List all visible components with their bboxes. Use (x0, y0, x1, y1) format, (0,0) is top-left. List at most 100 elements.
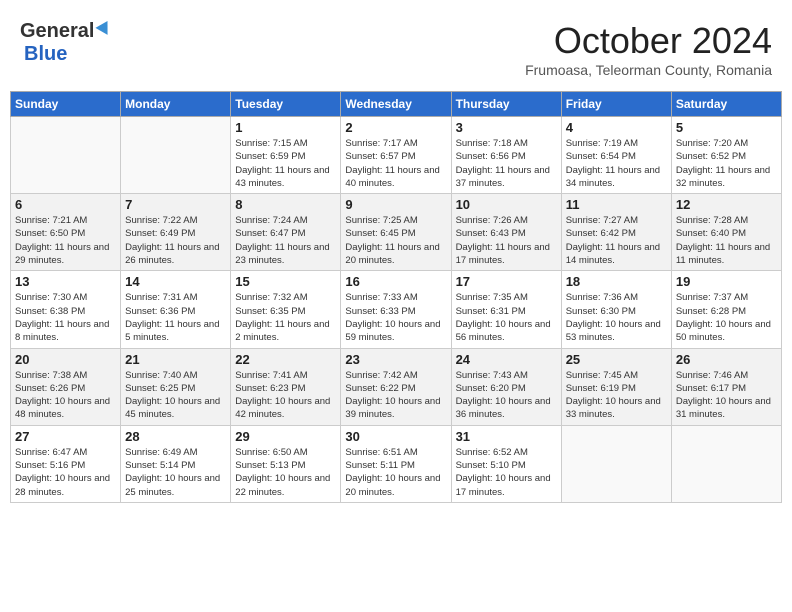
day-info: Sunrise: 7:31 AM Sunset: 6:36 PM Dayligh… (125, 291, 226, 344)
calendar-cell (11, 117, 121, 194)
day-number: 30 (345, 429, 446, 444)
calendar-cell: 28 Sunrise: 6:49 AM Sunset: 5:14 PM Dayli… (121, 425, 231, 502)
calendar-header-row: SundayMondayTuesdayWednesdayThursdayFrid… (11, 92, 782, 117)
calendar-week-row: 27 Sunrise: 6:47 AM Sunset: 5:16 PM Dayli… (11, 425, 782, 502)
calendar-cell: 24 Sunrise: 7:43 AM Sunset: 6:20 PM Dayli… (451, 348, 561, 425)
day-number: 23 (345, 352, 446, 367)
column-header-friday: Friday (561, 92, 671, 117)
page-header: General Blue October 2024 Frumoasa, Tele… (10, 10, 782, 83)
day-info: Sunrise: 7:28 AM Sunset: 6:40 PM Dayligh… (676, 214, 777, 267)
calendar-cell: 12Sunrise: 7:28 AM Sunset: 6:40 PM Dayli… (671, 194, 781, 271)
day-number: 1 (235, 120, 336, 135)
day-info: Sunrise: 7:30 AM Sunset: 6:38 PM Dayligh… (15, 291, 116, 344)
calendar-cell: 23 Sunrise: 7:42 AM Sunset: 6:22 PM Dayli… (341, 348, 451, 425)
calendar-cell: 20Sunrise: 7:38 AM Sunset: 6:26 PM Dayli… (11, 348, 121, 425)
day-info: Sunrise: 7:27 AM Sunset: 6:42 PM Dayligh… (566, 214, 667, 267)
day-number: 7 (125, 197, 226, 212)
calendar-cell: 26Sunrise: 7:46 AM Sunset: 6:17 PM Dayli… (671, 348, 781, 425)
day-number: 26 (676, 352, 777, 367)
column-header-saturday: Saturday (671, 92, 781, 117)
day-info: Sunrise: 7:19 AM Sunset: 6:54 PM Dayligh… (566, 137, 667, 190)
day-number: 16 (345, 274, 446, 289)
day-info: Sunrise: 7:26 AM Sunset: 6:43 PM Dayligh… (456, 214, 557, 267)
calendar-cell: 2 Sunrise: 7:17 AM Sunset: 6:57 PM Daylig… (341, 117, 451, 194)
day-info: Sunrise: 7:41 AM Sunset: 6:23 PM Dayligh… (235, 369, 336, 422)
logo-blue-text: Blue (24, 43, 67, 65)
day-number: 5 (676, 120, 777, 135)
day-number: 2 (345, 120, 446, 135)
day-number: 9 (345, 197, 446, 212)
day-number: 11 (566, 197, 667, 212)
calendar-cell: 6Sunrise: 7:21 AM Sunset: 6:50 PM Daylig… (11, 194, 121, 271)
day-info: Sunrise: 6:49 AM Sunset: 5:14 PM Dayligh… (125, 446, 226, 499)
day-number: 31 (456, 429, 557, 444)
day-info: Sunrise: 7:25 AM Sunset: 6:45 PM Dayligh… (345, 214, 446, 267)
day-number: 10 (456, 197, 557, 212)
column-header-tuesday: Tuesday (231, 92, 341, 117)
day-number: 28 (125, 429, 226, 444)
day-info: Sunrise: 7:36 AM Sunset: 6:30 PM Dayligh… (566, 291, 667, 344)
calendar-week-row: 13 Sunrise: 7:30 AM Sunset: 6:38 PM Dayli… (11, 271, 782, 348)
day-info: Sunrise: 7:20 AM Sunset: 6:52 PM Dayligh… (676, 137, 777, 190)
calendar-week-row: 6Sunrise: 7:21 AM Sunset: 6:50 PM Daylig… (11, 194, 782, 271)
calendar-table: SundayMondayTuesdayWednesdayThursdayFrid… (10, 91, 782, 503)
day-number: 4 (566, 120, 667, 135)
title-block: October 2024 Frumoasa, Teleorman County,… (525, 20, 772, 78)
day-info: Sunrise: 7:17 AM Sunset: 6:57 PM Dayligh… (345, 137, 446, 190)
logo: General Blue (20, 20, 113, 66)
day-number: 27 (15, 429, 116, 444)
column-header-monday: Monday (121, 92, 231, 117)
day-info: Sunrise: 6:52 AM Sunset: 5:10 PM Dayligh… (456, 446, 557, 499)
day-number: 18 (566, 274, 667, 289)
calendar-cell: 5 Sunrise: 7:20 AM Sunset: 6:52 PM Daylig… (671, 117, 781, 194)
day-number: 29 (235, 429, 336, 444)
day-number: 19 (676, 274, 777, 289)
day-number: 20 (15, 352, 116, 367)
day-info: Sunrise: 7:18 AM Sunset: 6:56 PM Dayligh… (456, 137, 557, 190)
day-info: Sunrise: 7:33 AM Sunset: 6:33 PM Dayligh… (345, 291, 446, 344)
day-info: Sunrise: 7:15 AM Sunset: 6:59 PM Dayligh… (235, 137, 336, 190)
calendar-cell: 25Sunrise: 7:45 AM Sunset: 6:19 PM Dayli… (561, 348, 671, 425)
calendar-cell (561, 425, 671, 502)
day-number: 3 (456, 120, 557, 135)
day-number: 15 (235, 274, 336, 289)
day-info: Sunrise: 7:35 AM Sunset: 6:31 PM Dayligh… (456, 291, 557, 344)
calendar-cell (121, 117, 231, 194)
day-number: 25 (566, 352, 667, 367)
column-header-thursday: Thursday (451, 92, 561, 117)
day-number: 24 (456, 352, 557, 367)
day-info: Sunrise: 7:32 AM Sunset: 6:35 PM Dayligh… (235, 291, 336, 344)
calendar-cell: 30Sunrise: 6:51 AM Sunset: 5:11 PM Dayli… (341, 425, 451, 502)
calendar-cell: 27 Sunrise: 6:47 AM Sunset: 5:16 PM Dayli… (11, 425, 121, 502)
day-info: Sunrise: 7:42 AM Sunset: 6:22 PM Dayligh… (345, 369, 446, 422)
calendar-cell: 19 Sunrise: 7:37 AM Sunset: 6:28 PM Dayli… (671, 271, 781, 348)
calendar-cell: 9 Sunrise: 7:25 AM Sunset: 6:45 PM Daylig… (341, 194, 451, 271)
column-header-wednesday: Wednesday (341, 92, 451, 117)
calendar-cell (671, 425, 781, 502)
calendar-cell: 17 Sunrise: 7:35 AM Sunset: 6:31 PM Dayli… (451, 271, 561, 348)
calendar-cell: 29Sunrise: 6:50 AM Sunset: 5:13 PM Dayli… (231, 425, 341, 502)
column-header-sunday: Sunday (11, 92, 121, 117)
day-info: Sunrise: 7:40 AM Sunset: 6:25 PM Dayligh… (125, 369, 226, 422)
day-number: 13 (15, 274, 116, 289)
day-info: Sunrise: 7:24 AM Sunset: 6:47 PM Dayligh… (235, 214, 336, 267)
day-number: 21 (125, 352, 226, 367)
calendar-cell: 16 Sunrise: 7:33 AM Sunset: 6:33 PM Dayli… (341, 271, 451, 348)
day-info: Sunrise: 7:43 AM Sunset: 6:20 PM Dayligh… (456, 369, 557, 422)
calendar-cell: 4 Sunrise: 7:19 AM Sunset: 6:54 PM Daylig… (561, 117, 671, 194)
day-number: 17 (456, 274, 557, 289)
calendar-cell: 18 Sunrise: 7:36 AM Sunset: 6:30 PM Dayli… (561, 271, 671, 348)
location-text: Frumoasa, Teleorman County, Romania (525, 62, 772, 78)
calendar-cell: 22 Sunrise: 7:41 AM Sunset: 6:23 PM Dayli… (231, 348, 341, 425)
day-info: Sunrise: 7:37 AM Sunset: 6:28 PM Dayligh… (676, 291, 777, 344)
calendar-cell: 31 Sunrise: 6:52 AM Sunset: 5:10 PM Dayli… (451, 425, 561, 502)
calendar-cell: 13 Sunrise: 7:30 AM Sunset: 6:38 PM Dayli… (11, 271, 121, 348)
logo-general-text: General (20, 20, 94, 43)
day-number: 22 (235, 352, 336, 367)
logo-arrow-icon (95, 18, 113, 41)
calendar-cell: 21 Sunrise: 7:40 AM Sunset: 6:25 PM Dayli… (121, 348, 231, 425)
day-number: 14 (125, 274, 226, 289)
month-title: October 2024 (525, 20, 772, 62)
calendar-cell: 3 Sunrise: 7:18 AM Sunset: 6:56 PM Daylig… (451, 117, 561, 194)
day-info: Sunrise: 6:47 AM Sunset: 5:16 PM Dayligh… (15, 446, 116, 499)
